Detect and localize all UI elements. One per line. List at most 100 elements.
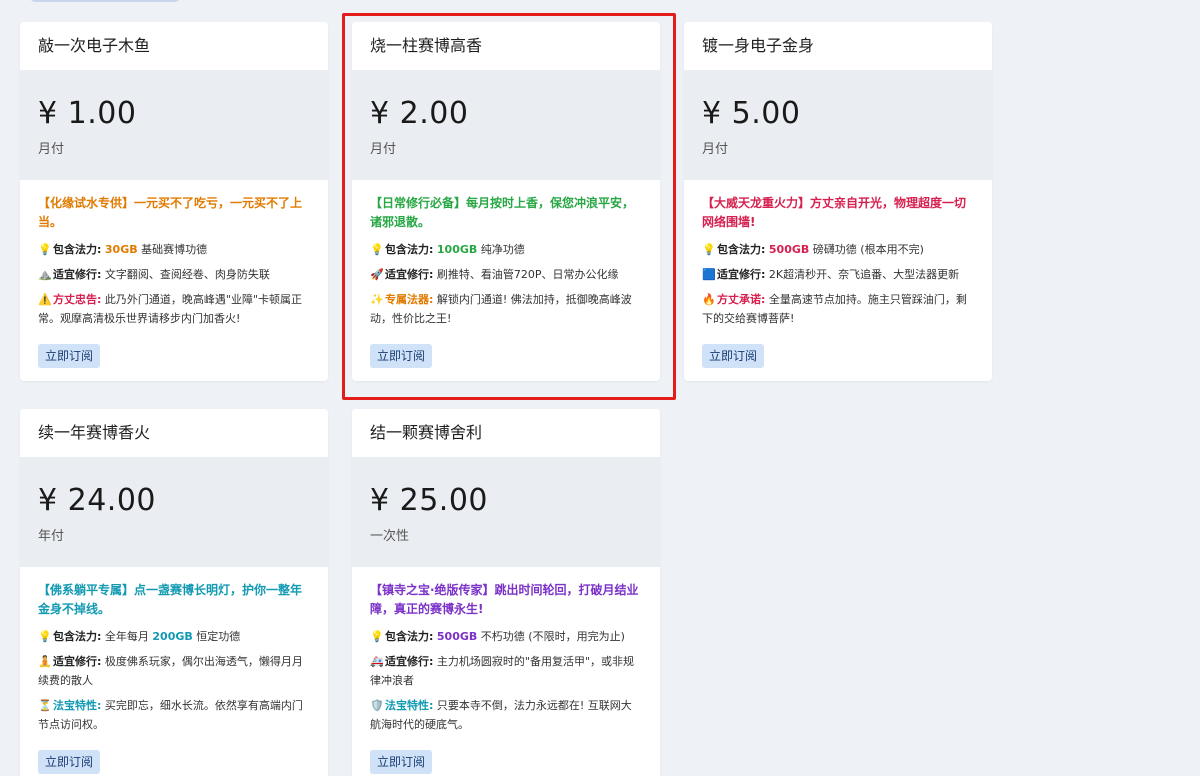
rocket-icon: 🚀: [370, 268, 384, 281]
feature-label: 法宝特性:: [385, 699, 434, 712]
plan-period: 月付: [38, 142, 65, 157]
plan-price: ¥ 25.00: [370, 483, 489, 518]
feature-row: ⚠️方丈忠告: 此乃外门通道，晚高峰遇"业障"卡顿属正常。观摩高清极乐世界请移步…: [38, 290, 310, 328]
feature-text: 纯净功德: [477, 243, 525, 256]
lightbulb-icon: 💡: [370, 630, 384, 643]
feature-row: 💡包含法力: 500GB 磅礴功德 (根本用不完): [702, 240, 974, 259]
plan-card-yearly-incense: 续一年赛博香火 ¥ 24.00 年付 【佛系躺平专属】点一盏赛博长明灯，护你一整…: [20, 409, 328, 776]
feature-row: ⛰️适宜修行: 文字翻阅、查阅经卷、肉身防失联: [38, 265, 310, 284]
hourglass-icon: ⏳: [38, 699, 52, 712]
subscribe-button[interactable]: 立即订阅: [370, 750, 433, 774]
feature-row: 🚀适宜修行: 刷推特、看油管720P、日常办公化缘: [370, 265, 642, 284]
plan-body: 【化缘试水专供】一元买不了吃亏，一元买不了上当。 💡包含法力: 30GB 基础赛…: [20, 180, 328, 368]
fire-icon: 🔥: [702, 293, 716, 306]
feature-text: 恒定功德: [192, 630, 241, 643]
price-box: ¥ 25.00 一次性: [352, 457, 660, 567]
plan-title: 续一年赛博香火: [20, 409, 328, 457]
feature-row: 🟦适宜修行: 2K超清秒开、奈飞追番、大型法器更新: [702, 265, 974, 284]
feature-label: 包含法力:: [53, 243, 102, 256]
feature-text: 全年每月: [101, 630, 153, 643]
price-box: ¥ 1.00 月付: [20, 70, 328, 180]
feature-label: 适宜修行:: [385, 655, 434, 668]
feature-highlight: 30GB: [104, 243, 138, 256]
plan-card-wooden-fish: 敲一次电子木鱼 ¥ 1.00 月付 【化缘试水专供】一元买不了吃亏，一元买不了上…: [20, 22, 328, 381]
feature-row: 🛡️法宝特性: 只要本寺不倒，法力永远都在! 互联网大航海时代的硬底气。: [370, 696, 642, 734]
feature-highlight: 500GB: [436, 630, 478, 643]
feature-label: 方丈忠告:: [53, 293, 102, 306]
sparkles-icon: ✨: [370, 293, 384, 306]
plan-title: 镀一身电子金身: [684, 22, 992, 70]
feature-label: 包含法力:: [385, 243, 434, 256]
feature-text: 2K超清秒开、奈飞追番、大型法器更新: [765, 268, 960, 281]
plan-headline: 【日常修行必备】每月按时上香，保您冲浪平安，诸邪退散。: [370, 196, 635, 229]
meditation-icon: 🧘: [38, 655, 52, 668]
plan-period: 一次性: [370, 529, 410, 544]
subscribe-button[interactable]: 立即订阅: [702, 344, 765, 368]
plan-title: 烧一柱赛博高香: [352, 22, 660, 70]
feature-text: 刷推特、看油管720P、日常办公化缘: [433, 268, 619, 281]
feature-label: 包含法力:: [717, 243, 766, 256]
feature-label: 包含法力:: [53, 630, 102, 643]
feature-row: 💡包含法力: 100GB 纯净功德: [370, 240, 642, 259]
lightbulb-icon: 💡: [702, 243, 716, 256]
plan-body: 【大威天龙重火力】方丈亲自开光，物理超度一切网络围墙! 💡包含法力: 500GB…: [684, 180, 992, 368]
plan-price: ¥ 5.00: [702, 96, 801, 131]
feature-highlight: 100GB: [436, 243, 478, 256]
plan-card-relic: 结一颗赛博舍利 ¥ 25.00 一次性 【镇寺之宝·绝版传家】跳出时间轮回，打破…: [352, 409, 660, 776]
feature-row: 💡包含法力: 全年每月 200GB 恒定功德: [38, 627, 310, 646]
feature-label: 包含法力:: [385, 630, 434, 643]
feature-row: 💡包含法力: 500GB 不朽功德 (不限时，用完为止): [370, 627, 642, 646]
ambulance-icon: 🚑: [370, 655, 384, 668]
lightbulb-icon: 💡: [38, 243, 52, 256]
plan-body: 【佛系躺平专属】点一盏赛博长明灯，护你一整年金身不掉线。 💡包含法力: 全年每月…: [20, 567, 328, 774]
plan-body: 【日常修行必备】每月按时上香，保您冲浪平安，诸邪退散。 💡包含法力: 100GB…: [352, 180, 660, 368]
feature-text: 磅礴功德 (根本用不完): [809, 243, 924, 256]
plan-price: ¥ 2.00: [370, 96, 469, 131]
plan-card-incense: 烧一柱赛博高香 ¥ 2.00 月付 【日常修行必备】每月按时上香，保您冲浪平安，…: [352, 22, 660, 381]
price-box: ¥ 5.00 月付: [684, 70, 992, 180]
feature-label: 方丈承诺:: [717, 293, 766, 306]
top-tab-pill[interactable]: [30, 0, 180, 2]
plan-price: ¥ 24.00: [38, 483, 157, 518]
feature-label: 适宜修行:: [717, 268, 766, 281]
feature-row: ✨专属法器: 解锁内门通道! 佛法加持，抵御晚高峰波动，性价比之王!: [370, 290, 642, 328]
plan-headline: 【化缘试水专供】一元买不了吃亏，一元买不了上当。: [38, 196, 303, 229]
price-box: ¥ 2.00 月付: [352, 70, 660, 180]
warning-icon: ⚠️: [38, 293, 52, 306]
plan-card-golden-body: 镀一身电子金身 ¥ 5.00 月付 【大威天龙重火力】方丈亲自开光，物理超度一切…: [684, 22, 992, 381]
plan-period: 年付: [38, 529, 65, 544]
feature-row: 🔥方丈承诺: 全量高速节点加持。施主只管踩油门，剩下的交给赛博菩萨!: [702, 290, 974, 328]
mountain-icon: ⛰️: [38, 268, 52, 281]
subscribe-button[interactable]: 立即订阅: [38, 344, 101, 368]
feature-text: 不朽功德 (不限时，用完为止): [477, 630, 625, 643]
feature-label: 专属法器:: [385, 293, 434, 306]
lightbulb-icon: 💡: [38, 630, 52, 643]
subscribe-button[interactable]: 立即订阅: [370, 344, 433, 368]
feature-row: 🚑适宜修行: 主力机场圆寂时的"备用复活甲"，或非规律冲浪者: [370, 652, 642, 690]
plan-headline: 【镇寺之宝·绝版传家】跳出时间轮回，打破月结业障，真正的赛博永生!: [370, 583, 639, 616]
feature-label: 适宜修行:: [385, 268, 434, 281]
subscribe-button[interactable]: 立即订阅: [38, 750, 101, 774]
plan-headline: 【大威天龙重火力】方丈亲自开光，物理超度一切网络围墙!: [702, 196, 967, 229]
plan-period: 月付: [702, 142, 729, 157]
plan-body: 【镇寺之宝·绝版传家】跳出时间轮回，打破月结业障，真正的赛博永生! 💡包含法力:…: [352, 567, 660, 774]
feature-text: 基础赛博功德: [137, 243, 208, 256]
feature-label: 适宜修行:: [53, 655, 102, 668]
feature-row: 🧘适宜修行: 极度佛系玩家，偶尔出海透气，懒得月月续费的散人: [38, 652, 310, 690]
lightbulb-icon: 💡: [370, 243, 384, 256]
plan-title: 结一颗赛博舍利: [352, 409, 660, 457]
feature-text: 文字翻阅、查阅经卷、肉身防失联: [101, 268, 270, 281]
feature-row: ⏳法宝特性: 买完即忘，细水长流。依然享有高端内门节点访问权。: [38, 696, 310, 734]
feature-highlight: 200GB: [152, 630, 193, 643]
feature-row: 💡包含法力: 30GB 基础赛博功德: [38, 240, 310, 259]
feature-label: 适宜修行:: [53, 268, 102, 281]
shield-icon: 🛡️: [370, 699, 384, 712]
plan-title: 敲一次电子木鱼: [20, 22, 328, 70]
screen-icon: 🟦: [702, 268, 716, 281]
plan-period: 月付: [370, 142, 397, 157]
feature-highlight: 500GB: [768, 243, 810, 256]
feature-label: 法宝特性:: [53, 699, 102, 712]
price-box: ¥ 24.00 年付: [20, 457, 328, 567]
plan-headline: 【佛系躺平专属】点一盏赛博长明灯，护你一整年金身不掉线。: [38, 583, 303, 616]
plan-price: ¥ 1.00: [38, 96, 137, 131]
